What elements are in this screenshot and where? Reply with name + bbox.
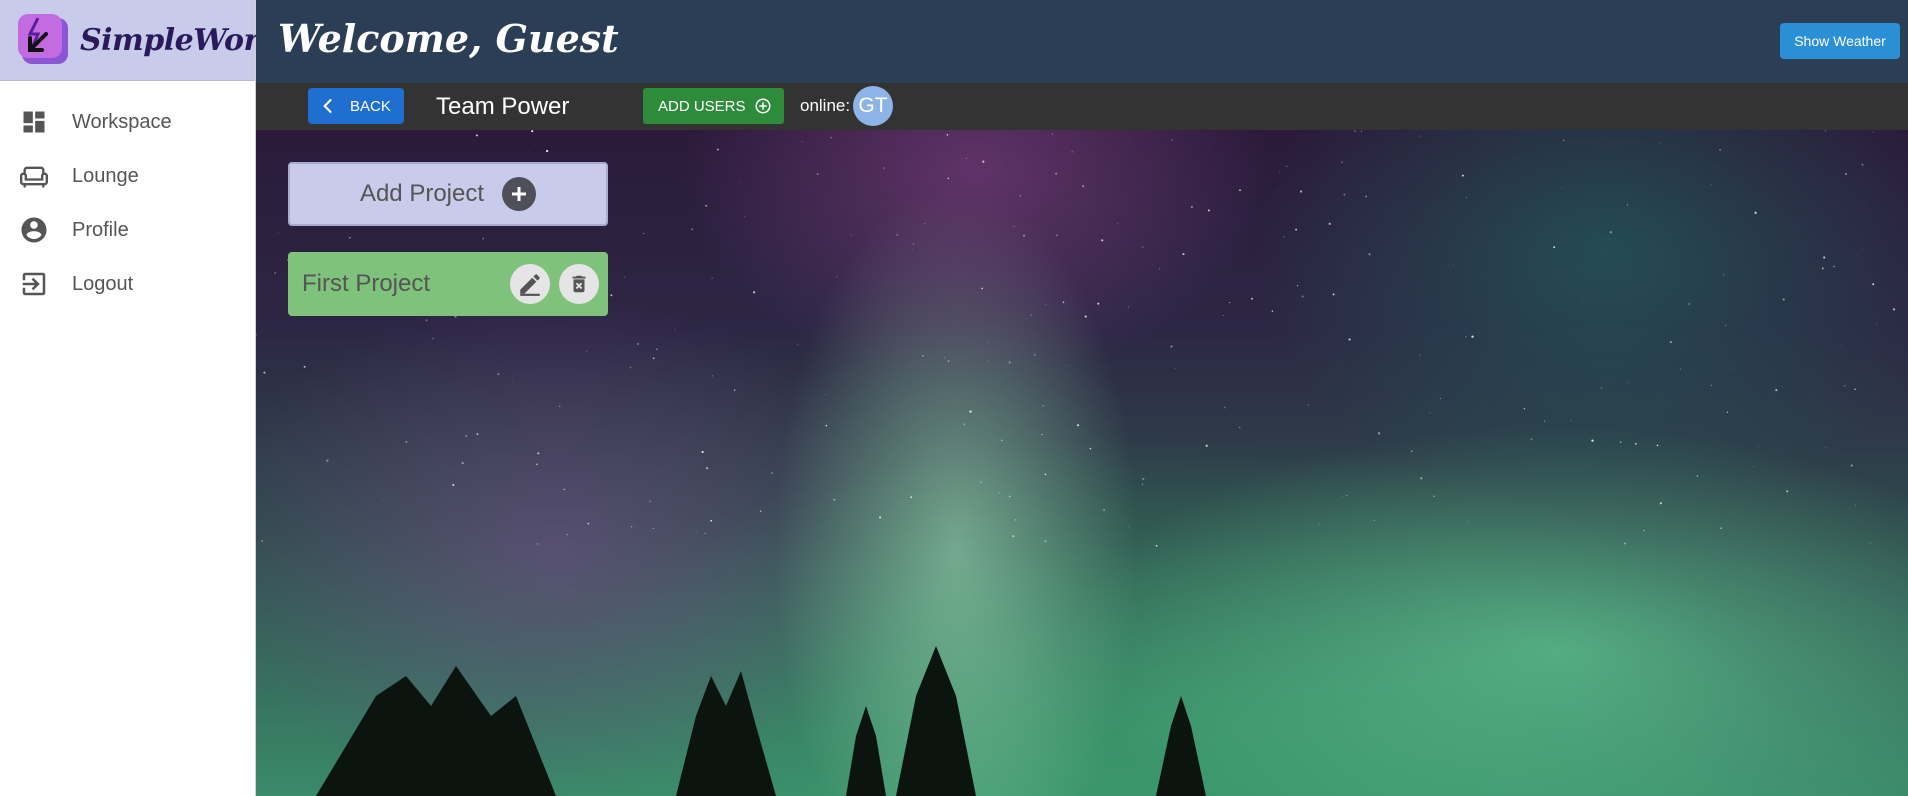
logout-icon: [18, 268, 50, 300]
chevron-left-icon: [323, 99, 332, 113]
avatar[interactable]: GT: [853, 86, 893, 126]
sidebar-item-lounge[interactable]: Lounge: [0, 149, 255, 203]
brand-header[interactable]: SimpleWork: [0, 0, 280, 81]
top-header: Welcome, Guest Show Weather: [256, 0, 1908, 83]
pencil-icon: [520, 274, 540, 296]
delete-project-button[interactable]: [559, 264, 599, 304]
show-weather-button[interactable]: Show Weather: [1780, 23, 1900, 59]
back-button[interactable]: BACK: [308, 88, 404, 124]
account-circle-icon: [18, 214, 50, 246]
sidebar-nav: Workspace Lounge Profile Logout: [0, 95, 255, 311]
back-button-label: BACK: [350, 97, 391, 115]
add-project-label: Add Project: [359, 180, 485, 207]
sidebar-item-label: Lounge: [72, 164, 139, 187]
plus-icon: [502, 177, 537, 211]
edit-project-button[interactable]: [510, 264, 550, 304]
project-board: Add Project First Project: [256, 130, 1908, 796]
welcome-title: Welcome, Guest: [278, 16, 619, 61]
sidebar-item-label: Workspace: [72, 110, 172, 133]
add-project-button[interactable]: Add Project: [288, 162, 608, 226]
project-name: First Project: [302, 270, 431, 297]
add-circle-outline-icon: [755, 98, 771, 114]
sidebar-item-logout[interactable]: Logout: [0, 257, 255, 311]
sidebar: SimpleWork Workspace Lounge Profile Logo…: [0, 0, 280, 796]
sidebar-item-profile[interactable]: Profile: [0, 203, 255, 257]
sidebar-item-workspace[interactable]: Workspace: [0, 95, 255, 149]
sofa-icon: [18, 160, 50, 192]
sidebar-item-label: Logout: [72, 272, 134, 295]
brand-name: SimpleWork: [80, 22, 280, 58]
team-toolbar: BACK Team Power ADD USERS online: GT: [256, 83, 1908, 130]
add-users-label: ADD USERS: [658, 97, 746, 115]
lightning-arrow-logo-icon: [16, 12, 70, 68]
dashboard-icon: [18, 106, 50, 138]
team-name: Team Power: [436, 93, 570, 120]
add-users-button[interactable]: ADD USERS: [643, 88, 784, 124]
sidebar-item-label: Profile: [72, 218, 129, 241]
tree-silhouettes: [316, 646, 1206, 796]
online-label: online:: [800, 96, 851, 115]
project-card[interactable]: First Project: [288, 252, 608, 316]
trash-icon: [572, 275, 586, 293]
